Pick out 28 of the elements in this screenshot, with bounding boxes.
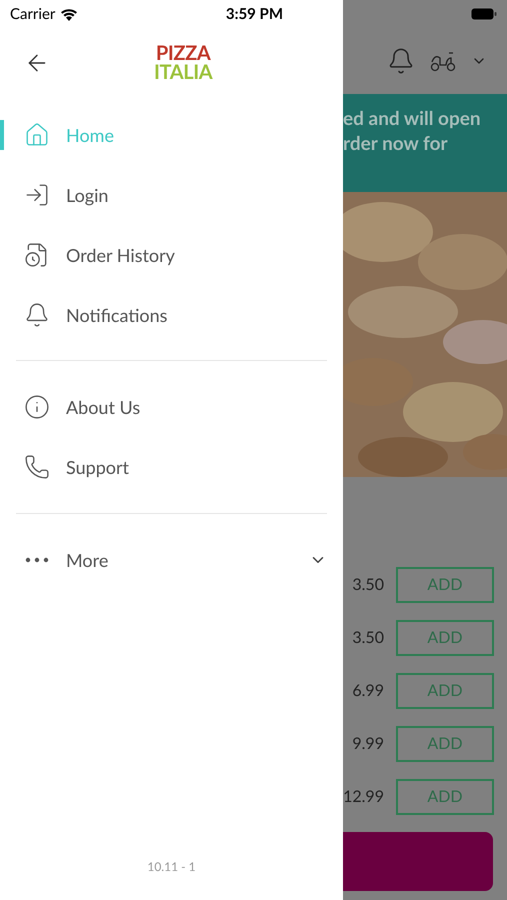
carrier-label: Carrier [10, 4, 56, 25]
more-icon [25, 557, 49, 563]
price-label: 3.50 [352, 574, 384, 596]
info-icon [24, 394, 50, 420]
menu-item[interactable]: Support [24, 454, 130, 480]
price-label: 12.99 [343, 786, 384, 808]
phone-icon [24, 454, 50, 480]
menu-item[interactable]: Login [24, 182, 108, 208]
checkout-bar[interactable] [343, 832, 493, 891]
scooter-icon[interactable] [429, 50, 457, 72]
version-label: 10.11 - 1 [147, 858, 196, 876]
menu-item[interactable]: Notifications [24, 302, 168, 328]
home-icon [24, 122, 50, 148]
banner-text: rder now for [343, 131, 448, 156]
banner-text: ed and will open [343, 106, 481, 131]
price-label: 6.99 [352, 680, 384, 702]
login-icon [24, 182, 50, 208]
price-label: 3.50 [352, 627, 384, 649]
bell-icon [24, 302, 50, 328]
battery-icon [471, 8, 497, 20]
menu-item[interactable]: Order History [24, 242, 175, 268]
price-label: 9.99 [352, 733, 384, 755]
bell-icon[interactable] [387, 47, 415, 75]
logo: PIZZA ITALIA [154, 44, 212, 82]
time-label: 3:59 PM [226, 4, 283, 25]
wifi-icon [60, 8, 78, 20]
menu-item[interactable]: About Us [24, 394, 140, 420]
menu-item[interactable]: More [24, 546, 108, 574]
